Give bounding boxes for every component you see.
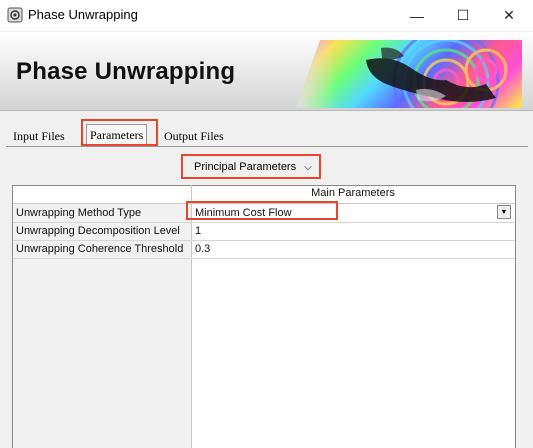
unwrapping-decomposition-level-label: Unwrapping Decomposition Level (16, 225, 180, 237)
minimize-icon: — (410, 7, 424, 24)
highlight-box-method-value (186, 201, 338, 220)
unwrapping-coherence-threshold-label: Unwrapping Coherence Threshold (16, 243, 184, 255)
tab-output-files[interactable]: Output Files (161, 126, 227, 146)
highlight-box-group-selector (181, 154, 321, 179)
banner-title: Phase Unwrapping (16, 58, 236, 85)
minimize-button[interactable]: — (394, 0, 440, 31)
unwrapping-method-type-label: Unwrapping Method Type (16, 207, 142, 219)
close-icon: ✕ (503, 7, 515, 23)
interferogram-image (296, 40, 522, 108)
dropdown-arrow-icon: ▼ (500, 208, 508, 216)
maximize-button[interactable]: ☐ (440, 0, 486, 31)
method-dropdown-button[interactable]: ▼ (497, 205, 511, 219)
unwrapping-decomposition-level-input[interactable]: 1 (195, 225, 201, 237)
app-icon (7, 7, 23, 23)
window-title: Phase Unwrapping (28, 7, 138, 22)
tab-input-files[interactable]: Input Files (10, 126, 68, 146)
maximize-icon: ☐ (456, 7, 470, 23)
close-button[interactable]: ✕ (486, 0, 532, 31)
unwrapping-coherence-threshold-input[interactable]: 0.3 (195, 243, 210, 255)
highlight-box-parameters-tab (81, 119, 158, 146)
